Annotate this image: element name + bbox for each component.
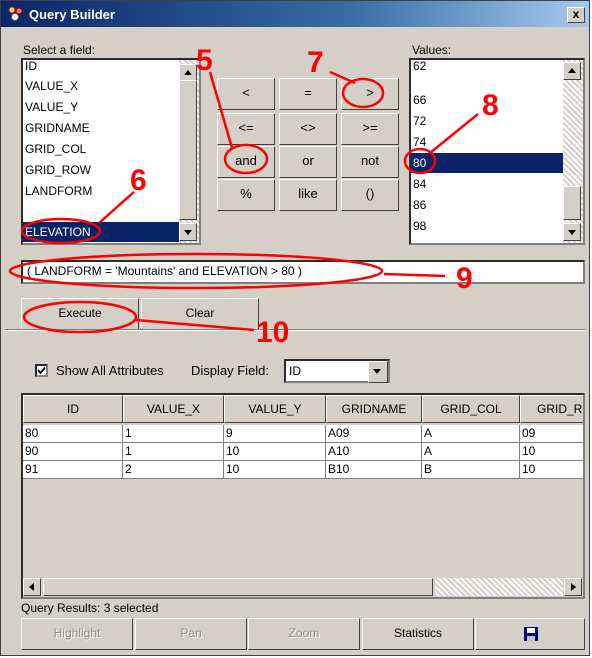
value-item[interactable]: 62: [413, 60, 426, 76]
execute-button[interactable]: Execute: [21, 298, 139, 330]
display-field-select[interactable]: ID: [284, 359, 390, 383]
field-item-value-x[interactable]: VALUE_X: [25, 76, 78, 96]
value-item[interactable]: 66: [413, 90, 426, 110]
table-cell[interactable]: 10: [224, 443, 326, 461]
table-cell[interactable]: 9: [224, 425, 326, 443]
operator-greater-equal-button[interactable]: >=: [341, 113, 399, 145]
highlight-button[interactable]: Highlight: [21, 618, 133, 650]
window-title: Query Builder: [29, 7, 115, 22]
table-cell[interactable]: 1: [123, 425, 224, 443]
query-expression-input[interactable]: ( LANDFORM = 'Mountains' and ELEVATION >…: [21, 260, 585, 284]
field-item-grid-row[interactable]: GRID_ROW: [25, 160, 91, 180]
column-header-value-x[interactable]: VALUE_X: [123, 395, 224, 423]
operator-or-button[interactable]: or: [279, 146, 337, 178]
value-item[interactable]: 98: [413, 216, 426, 236]
operator-not-button[interactable]: not: [341, 146, 399, 178]
scroll-left-button[interactable]: [23, 578, 41, 596]
operator-and-button[interactable]: and: [217, 146, 275, 178]
column-header-value-y[interactable]: VALUE_Y: [224, 395, 326, 423]
chevron-down-icon[interactable]: [368, 361, 388, 383]
table-cell[interactable]: 09: [520, 425, 583, 443]
scroll-down-button[interactable]: [179, 223, 197, 241]
zoom-button[interactable]: Zoom: [248, 618, 360, 650]
value-item[interactable]: 72: [413, 111, 426, 131]
pan-button[interactable]: Pan: [135, 618, 247, 650]
floppy-disk-icon: [524, 627, 538, 641]
show-all-attributes-checkbox[interactable]: [35, 364, 48, 377]
field-item-landform[interactable]: LANDFORM: [25, 181, 92, 201]
table-cell[interactable]: B: [422, 461, 520, 479]
table-cell[interactable]: 1: [123, 443, 224, 461]
values-list-scrollbar[interactable]: [563, 60, 583, 243]
display-field-value: ID: [289, 364, 301, 378]
table-cell[interactable]: A: [422, 443, 520, 461]
column-header-grid-row[interactable]: GRID_ROW: [520, 395, 583, 423]
field-item-value-y[interactable]: VALUE_Y: [25, 97, 78, 117]
scroll-thumb[interactable]: [563, 186, 581, 220]
field-list-scrollbar[interactable]: [179, 60, 199, 243]
scroll-track[interactable]: [435, 578, 563, 596]
scroll-thumb[interactable]: [43, 578, 433, 596]
query-builder-window: Query Builder x Select a field: ID VALUE…: [0, 0, 590, 656]
values-list-label: Values:: [412, 43, 452, 57]
operator-greater-button[interactable]: >: [341, 78, 399, 110]
column-header-gridname[interactable]: GRIDNAME: [326, 395, 422, 423]
value-item-selected[interactable]: 80: [411, 153, 565, 173]
arrow-right-icon: [571, 583, 576, 591]
value-item[interactable]: 86: [413, 195, 426, 215]
table-cell[interactable]: 10: [224, 461, 326, 479]
field-list[interactable]: ID VALUE_X VALUE_Y GRIDNAME GRID_COL GRI…: [21, 58, 201, 245]
scroll-up-button[interactable]: [563, 62, 581, 80]
table-cell[interactable]: 10: [520, 461, 583, 479]
results-table[interactable]: ID VALUE_X VALUE_Y GRIDNAME GRID_COL GRI…: [21, 393, 585, 599]
arrow-down-icon: [568, 230, 576, 235]
close-icon[interactable]: x: [567, 7, 585, 23]
field-item-grid-col[interactable]: GRID_COL: [25, 139, 86, 159]
show-all-attributes-label: Show All Attributes: [56, 363, 164, 378]
panel-divider: [5, 329, 585, 331]
table-cell[interactable]: A10: [326, 443, 422, 461]
operator-less-button[interactable]: <: [217, 78, 275, 110]
scroll-thumb[interactable]: [179, 80, 197, 220]
arrow-up-icon: [568, 68, 576, 73]
scroll-right-button[interactable]: [564, 578, 582, 596]
title-bar: Query Builder x: [1, 1, 589, 27]
save-button[interactable]: [475, 618, 585, 650]
clear-button[interactable]: Clear: [141, 298, 259, 330]
value-item[interactable]: 74: [413, 132, 426, 152]
field-item-elevation[interactable]: ELEVATION: [23, 222, 181, 242]
table-cell[interactable]: 91: [23, 461, 123, 479]
table-cell[interactable]: 90: [23, 443, 123, 461]
arrow-left-icon: [29, 583, 34, 591]
operator-parentheses-button[interactable]: (): [341, 179, 399, 211]
field-item-gridname[interactable]: GRIDNAME: [25, 118, 90, 138]
table-cell[interactable]: B10: [326, 461, 422, 479]
table-horizontal-scrollbar[interactable]: [23, 577, 583, 597]
column-header-id[interactable]: ID: [23, 395, 123, 423]
field-list-label: Select a field:: [23, 43, 96, 57]
query-results-status: Query Results: 3 selected: [21, 601, 159, 615]
display-field-label: Display Field:: [191, 363, 270, 378]
scroll-down-button[interactable]: [563, 223, 581, 241]
table-cell[interactable]: A09: [326, 425, 422, 443]
table-cell[interactable]: 2: [123, 461, 224, 479]
table-cell[interactable]: 10: [520, 443, 583, 461]
table-cell[interactable]: 80: [23, 425, 123, 443]
arrow-down-icon: [184, 230, 192, 235]
operator-equals-button[interactable]: =: [279, 78, 337, 110]
arrow-up-icon: [184, 70, 192, 75]
value-item[interactable]: 84: [413, 174, 426, 194]
operator-like-button[interactable]: like: [279, 179, 337, 211]
column-header-grid-col[interactable]: GRID_COL: [422, 395, 520, 423]
query-builder-icon: [7, 5, 25, 23]
operator-percent-button[interactable]: %: [217, 179, 275, 211]
table-cell[interactable]: A: [422, 425, 520, 443]
operator-not-equal-button[interactable]: <>: [279, 113, 337, 145]
values-list[interactable]: 62 66 72 74 80 84 86 98: [409, 58, 585, 245]
operator-less-equal-button[interactable]: <=: [217, 113, 275, 145]
statistics-button[interactable]: Statistics: [362, 618, 474, 650]
field-item-id[interactable]: ID: [25, 60, 37, 76]
checkmark-icon: [37, 366, 46, 375]
